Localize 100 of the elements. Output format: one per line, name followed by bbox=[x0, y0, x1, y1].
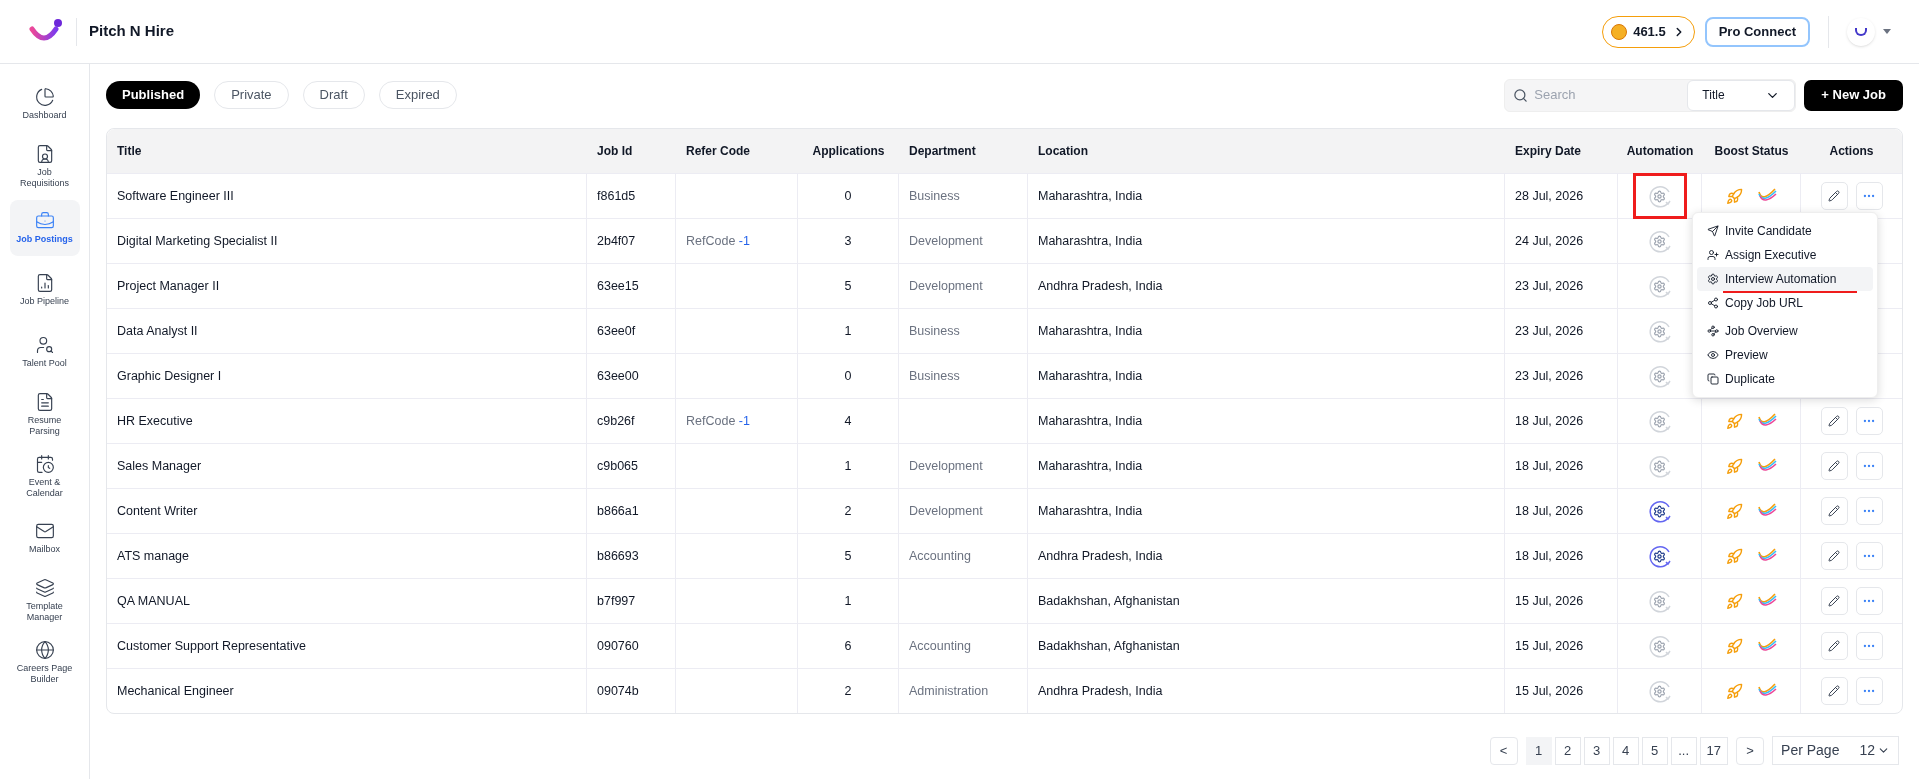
search-field[interactable]: Search Title bbox=[1504, 78, 1797, 112]
filter-dropdown[interactable]: Title bbox=[1687, 79, 1796, 111]
table-cell-text: Digital Marketing Specialist II bbox=[117, 232, 278, 250]
table-cell-text: 2 bbox=[844, 502, 852, 520]
automation-off-icon[interactable] bbox=[1646, 183, 1673, 209]
rocket-icon[interactable] bbox=[1725, 547, 1743, 565]
more-button[interactable] bbox=[1855, 677, 1883, 705]
page-button[interactable]: 5 bbox=[1641, 736, 1668, 765]
menu-item[interactable]: Job Overview bbox=[1697, 319, 1873, 343]
caret-icon[interactable] bbox=[1883, 29, 1891, 34]
gear-icon bbox=[1707, 273, 1719, 285]
sidebar-item[interactable]: Talent Pool bbox=[9, 324, 80, 380]
page-button[interactable]: 2 bbox=[1554, 736, 1581, 765]
per-page-select[interactable]: Per Page 12 bbox=[1772, 736, 1899, 765]
edit-button[interactable] bbox=[1820, 587, 1848, 615]
table-cell-text: Andhra Pradesh, India bbox=[1038, 547, 1163, 565]
table-cell-text: 15 Jul, 2026 bbox=[1515, 637, 1584, 655]
pro-connect-button[interactable]: Pro Connect bbox=[1704, 16, 1810, 47]
sidebar-item[interactable]: Dashboard bbox=[9, 76, 80, 132]
next-page-button[interactable]: > bbox=[1736, 736, 1765, 765]
more-button[interactable] bbox=[1855, 182, 1883, 210]
avatar-icon[interactable] bbox=[1847, 17, 1875, 46]
automation-off-icon[interactable] bbox=[1646, 228, 1673, 254]
table-cell-text: Andhra Pradesh, India bbox=[1038, 682, 1163, 700]
menu-item[interactable]: Preview bbox=[1697, 343, 1873, 367]
page-button[interactable]: ... bbox=[1670, 736, 1697, 765]
edit-button[interactable] bbox=[1820, 497, 1848, 525]
new-job-button[interactable]: + New Job bbox=[1804, 79, 1903, 111]
table-cell-text: 1 bbox=[844, 457, 852, 475]
table-cell-text: 6 bbox=[844, 637, 852, 655]
sidebar-item[interactable]: Event & Calendar bbox=[9, 448, 80, 504]
more-button[interactable] bbox=[1855, 632, 1883, 660]
automation-off-icon[interactable] bbox=[1646, 678, 1673, 704]
edit-button[interactable] bbox=[1820, 677, 1848, 705]
menu-item[interactable]: Assign Executive bbox=[1697, 243, 1873, 267]
sidebar-item[interactable]: Job Postings bbox=[9, 200, 80, 256]
automation-off-icon[interactable] bbox=[1646, 453, 1673, 479]
column-header: Boost Status bbox=[1714, 143, 1789, 160]
more-button[interactable] bbox=[1855, 407, 1883, 435]
table-cell-text: ATS manage bbox=[117, 547, 190, 565]
sidebar-item[interactable]: Job Pipeline bbox=[9, 262, 80, 318]
user-search-icon bbox=[34, 335, 55, 355]
automation-on-icon[interactable] bbox=[1646, 543, 1673, 569]
sidebar-item[interactable]: Template Manager bbox=[9, 572, 80, 628]
rocket-icon[interactable] bbox=[1725, 412, 1743, 430]
page-button[interactable]: 1 bbox=[1525, 736, 1552, 765]
page-button[interactable]: 3 bbox=[1583, 736, 1610, 765]
search-icon bbox=[1513, 87, 1529, 103]
menu-item[interactable]: Interview Automation bbox=[1697, 267, 1873, 291]
rocket-icon[interactable] bbox=[1725, 502, 1743, 520]
menu-item[interactable]: Copy Job URL bbox=[1697, 291, 1873, 315]
table-cell-text: 23 Jul, 2026 bbox=[1515, 322, 1584, 340]
automation-on-icon[interactable] bbox=[1646, 498, 1673, 524]
previous-page-button[interactable]: < bbox=[1489, 736, 1518, 765]
page-button[interactable]: 17 bbox=[1699, 736, 1729, 765]
pencil-icon bbox=[1828, 685, 1840, 697]
automation-off-icon[interactable] bbox=[1646, 273, 1673, 299]
page-button[interactable]: 4 bbox=[1612, 736, 1639, 765]
edit-button[interactable] bbox=[1820, 407, 1848, 435]
table-cell-text: Badakhshan, Afghanistan bbox=[1038, 592, 1180, 610]
sidebar-item[interactable]: Resume Parsing bbox=[9, 386, 80, 442]
menu-item[interactable]: Invite Candidate bbox=[1697, 219, 1873, 243]
more-button[interactable] bbox=[1855, 452, 1883, 480]
rocket-icon[interactable] bbox=[1725, 682, 1743, 700]
sidebar-item[interactable]: Mailbox bbox=[9, 510, 80, 566]
edit-button[interactable] bbox=[1820, 632, 1848, 660]
table-cell-text: b7f997 bbox=[597, 592, 636, 610]
more-button[interactable] bbox=[1855, 542, 1883, 570]
column-header: Automation bbox=[1626, 143, 1694, 160]
table-cell-text: Business bbox=[909, 367, 960, 385]
sidebar-item[interactable]: Job Requisitions bbox=[9, 138, 80, 194]
edit-button[interactable] bbox=[1820, 452, 1848, 480]
table-cell-text: f861d5 bbox=[597, 187, 636, 205]
sidebar-item[interactable]: Careers Page Builder bbox=[9, 634, 80, 690]
table-cell-text: 09074b bbox=[597, 682, 639, 700]
more-button[interactable] bbox=[1855, 587, 1883, 615]
edit-button[interactable] bbox=[1820, 542, 1848, 570]
table-cell-text: Maharashtra, India bbox=[1038, 502, 1143, 520]
table-cell-text: Sales Manager bbox=[117, 457, 202, 475]
column-header: Job Id bbox=[597, 143, 633, 160]
automation-off-icon[interactable] bbox=[1646, 633, 1673, 659]
table-cell-text: Content Writer bbox=[117, 502, 198, 520]
edit-button[interactable] bbox=[1820, 182, 1848, 210]
status-tab[interactable]: Published bbox=[106, 81, 201, 109]
rocket-icon[interactable] bbox=[1725, 457, 1743, 475]
automation-off-icon[interactable] bbox=[1646, 588, 1673, 614]
rocket-icon[interactable] bbox=[1725, 187, 1743, 205]
table-cell-text: Maharashtra, India bbox=[1038, 367, 1143, 385]
column-header: Refer Code bbox=[686, 143, 750, 160]
rocket-icon[interactable] bbox=[1725, 592, 1743, 610]
table-cell-text: 1 bbox=[844, 592, 852, 610]
automation-off-icon[interactable] bbox=[1646, 408, 1673, 434]
user-plus-icon bbox=[1707, 249, 1719, 261]
menu-item[interactable]: Duplicate bbox=[1697, 367, 1873, 391]
rocket-icon[interactable] bbox=[1725, 637, 1743, 655]
eye-icon bbox=[1707, 349, 1719, 361]
table-cell-text: Maharashtra, India bbox=[1038, 187, 1143, 205]
more-button[interactable] bbox=[1855, 497, 1883, 525]
automation-off-icon[interactable] bbox=[1646, 363, 1673, 389]
automation-off-icon[interactable] bbox=[1646, 318, 1673, 344]
